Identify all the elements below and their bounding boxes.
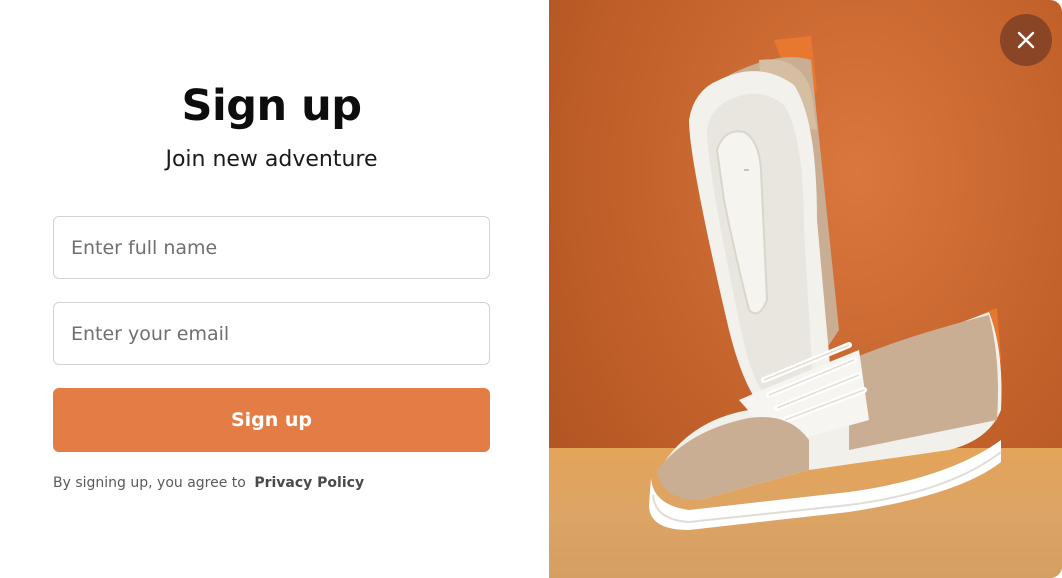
close-button[interactable]: [1000, 14, 1052, 66]
sneakers-illustration: [649, 36, 1002, 530]
signup-button[interactable]: Sign up: [53, 388, 490, 452]
page-title: Sign up: [181, 81, 362, 131]
product-image: [549, 0, 1062, 578]
privacy-policy-link[interactable]: Privacy Policy: [254, 475, 364, 491]
page-subtitle: Join new adventure: [165, 147, 378, 172]
terms-text: By signing up, you agree to: [53, 475, 246, 491]
email-input[interactable]: [53, 302, 490, 365]
signup-modal: Sign up Join new adventure Sign up By si…: [0, 0, 1062, 578]
full-name-input[interactable]: [53, 216, 490, 279]
close-icon: [1017, 31, 1035, 49]
signup-form-panel: Sign up Join new adventure Sign up By si…: [0, 0, 549, 578]
terms-notice: By signing up, you agree to Privacy Poli…: [53, 475, 364, 491]
